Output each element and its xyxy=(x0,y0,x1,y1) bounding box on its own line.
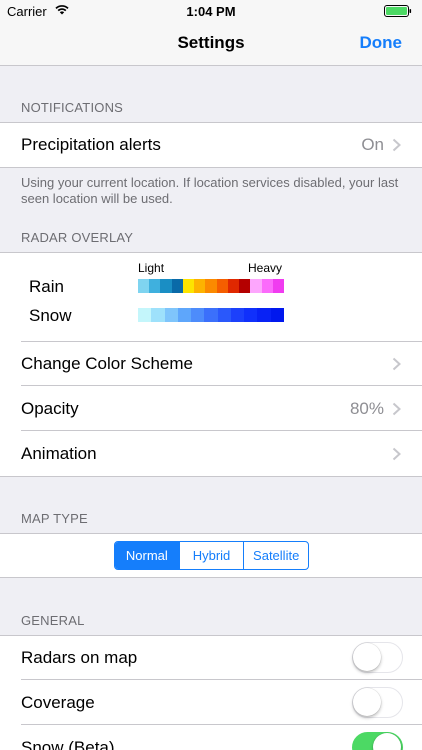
notifications-group: Precipitation alerts On xyxy=(0,122,422,168)
legend-heavy-label: Heavy xyxy=(248,261,283,275)
snow-color-swatch xyxy=(270,308,284,322)
legend-snow-label: Snow xyxy=(29,306,72,325)
change-color-scheme-row[interactable]: Change Color Scheme xyxy=(0,342,422,386)
rain-color-swatch xyxy=(194,279,206,293)
rain-color-swatch xyxy=(171,279,183,293)
section-header-general: GENERAL xyxy=(21,613,85,628)
radars-on-map-label: Radars on map xyxy=(21,648,138,667)
rain-color-swatch xyxy=(272,279,285,293)
rain-color-swatch xyxy=(149,279,161,293)
rain-color-swatch xyxy=(160,279,172,293)
snow-color-swatch xyxy=(230,308,245,322)
rain-color-swatch xyxy=(205,279,217,293)
coverage-toggle[interactable] xyxy=(352,687,403,718)
toggle-knob xyxy=(353,643,381,671)
general-group: Radars on map Coverage Snow (Beta) xyxy=(0,635,422,750)
divider xyxy=(21,724,422,725)
map-type-hybrid-segment[interactable]: Hybrid xyxy=(178,542,244,569)
precipitation-alerts-label: Precipitation alerts xyxy=(21,135,161,154)
rain-color-swatch xyxy=(261,279,273,293)
battery-icon xyxy=(384,5,412,17)
clock: 1:04 PM xyxy=(186,4,236,19)
section-header-radar-overlay: RADAR OVERLAY xyxy=(21,230,134,245)
snow-color-swatch xyxy=(191,308,205,322)
snow-color-swatch xyxy=(138,308,152,322)
divider xyxy=(21,385,422,386)
location-footer-note: Using your current location. If location… xyxy=(21,175,399,206)
map-type-segmented-control: Normal Hybrid Satellite xyxy=(114,541,309,570)
opacity-value: 80% xyxy=(349,399,384,418)
precipitation-alerts-row[interactable]: Precipitation alerts On xyxy=(0,123,422,167)
toggle-knob xyxy=(373,733,401,750)
snow-color-scale xyxy=(138,308,284,322)
radar-overlay-group: Light Heavy Rain Snow Change Color Schem… xyxy=(0,252,422,477)
snow-beta-row: Snow (Beta) xyxy=(0,726,422,750)
snow-color-swatch xyxy=(217,308,231,322)
opacity-label: Opacity xyxy=(21,399,79,418)
snow-beta-toggle[interactable] xyxy=(352,732,403,750)
chevron-right-icon xyxy=(392,447,401,461)
map-type-normal-segment[interactable]: Normal xyxy=(115,542,179,569)
section-header-map-type: MAP TYPE xyxy=(21,511,88,526)
navigation-bar: Settings Done xyxy=(0,22,422,66)
chevron-right-icon xyxy=(392,402,401,416)
coverage-label: Coverage xyxy=(21,693,95,712)
divider xyxy=(21,430,422,431)
animation-row[interactable]: Animation xyxy=(0,432,422,476)
legend-light-label: Light xyxy=(138,261,165,275)
rain-color-swatch xyxy=(182,279,195,293)
snow-color-swatch xyxy=(177,308,192,322)
section-header-notifications: NOTIFICATIONS xyxy=(21,100,124,115)
precipitation-alerts-value: On xyxy=(361,135,384,154)
chevron-right-icon xyxy=(392,138,401,152)
animation-label: Animation xyxy=(21,444,97,463)
rain-color-swatch xyxy=(138,279,150,293)
status-bar: Carrier 1:04 PM xyxy=(0,0,422,22)
chevron-right-icon xyxy=(392,357,401,371)
legend-rain-label: Rain xyxy=(29,277,64,296)
radars-on-map-row: Radars on map xyxy=(0,636,422,680)
opacity-row[interactable]: Opacity 80% xyxy=(0,387,422,431)
map-type-satellite-segment[interactable]: Satellite xyxy=(243,542,308,569)
rain-color-swatch xyxy=(227,279,240,293)
snow-color-swatch xyxy=(244,308,258,322)
snow-color-swatch xyxy=(257,308,271,322)
snow-beta-label: Snow (Beta) xyxy=(21,738,115,750)
snow-color-swatch xyxy=(151,308,165,322)
snow-color-swatch xyxy=(164,308,178,322)
rain-color-swatch xyxy=(216,279,228,293)
radars-on-map-toggle[interactable] xyxy=(352,642,403,673)
rain-color-swatch xyxy=(250,279,262,293)
done-button[interactable]: Done xyxy=(360,33,403,53)
rain-color-swatch xyxy=(239,279,251,293)
divider xyxy=(21,679,422,680)
change-color-scheme-label: Change Color Scheme xyxy=(21,354,193,373)
coverage-row: Coverage xyxy=(0,681,422,725)
toggle-knob xyxy=(353,688,381,716)
snow-color-swatch xyxy=(204,308,218,322)
rain-color-scale xyxy=(138,279,285,293)
